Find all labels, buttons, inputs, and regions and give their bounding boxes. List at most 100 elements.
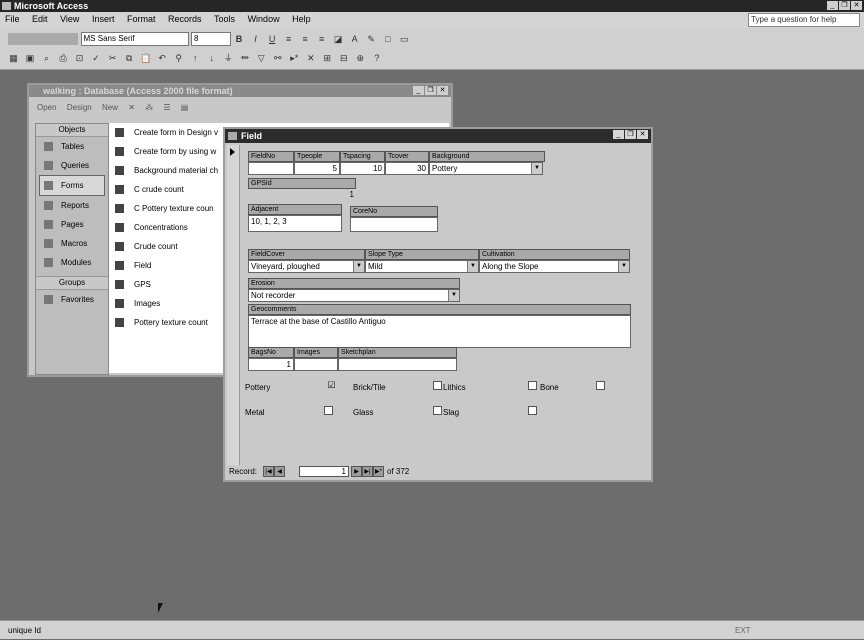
search-icon[interactable]: ⌕ bbox=[41, 53, 52, 64]
tpeople-field[interactable]: 5 bbox=[294, 162, 340, 175]
bone-checkbox[interactable] bbox=[596, 381, 605, 390]
glass-checkbox[interactable] bbox=[433, 406, 442, 415]
object-combo[interactable] bbox=[8, 33, 78, 45]
dropdown-arrow-icon[interactable]: ▼ bbox=[618, 261, 629, 272]
font-size-combo[interactable]: 8 bbox=[191, 32, 232, 46]
db-restore-icon[interactable]: ❐ bbox=[425, 86, 436, 95]
list-view-icon[interactable]: ☰ bbox=[163, 103, 170, 112]
bold-button[interactable]: B bbox=[234, 34, 245, 45]
pottery-checkbox[interactable]: ☑ bbox=[327, 381, 336, 390]
find-icon[interactable]: ⚯ bbox=[272, 53, 283, 64]
objects-tables[interactable]: Tables bbox=[36, 137, 108, 156]
adjacent-field[interactable]: 10, 1, 2, 3 bbox=[248, 215, 342, 232]
font-color-icon[interactable]: A bbox=[349, 34, 360, 45]
undo-icon[interactable]: ↶ bbox=[157, 53, 168, 64]
apply-filter-icon[interactable]: ▽ bbox=[256, 53, 267, 64]
bricktile-checkbox[interactable] bbox=[433, 381, 442, 390]
objects-forms[interactable]: Forms bbox=[39, 175, 105, 196]
details-view-icon[interactable]: ▤ bbox=[181, 103, 189, 112]
menu-format[interactable]: Format bbox=[122, 12, 161, 24]
first-record-icon[interactable]: |◀ bbox=[263, 466, 274, 477]
cultivation-combo[interactable]: Along the Slope ▼ bbox=[479, 260, 630, 273]
lithics-checkbox[interactable] bbox=[528, 381, 537, 390]
new-record-nav-icon[interactable]: ▶* bbox=[373, 466, 384, 477]
bagsno-field[interactable]: 1 bbox=[248, 358, 294, 371]
coreno-field[interactable] bbox=[350, 217, 438, 232]
delete-icon[interactable]: ✕ bbox=[128, 103, 135, 112]
print-icon[interactable]: ⎙ bbox=[58, 53, 69, 64]
tspacing-field[interactable]: 10 bbox=[340, 162, 385, 175]
objects-macros[interactable]: Macros bbox=[36, 234, 108, 253]
paste-icon[interactable]: 📋 bbox=[140, 53, 151, 64]
record-selector[interactable] bbox=[227, 145, 240, 465]
dropdown-arrow-icon[interactable]: ▼ bbox=[467, 261, 478, 272]
metal-checkbox[interactable] bbox=[324, 406, 333, 415]
slag-checkbox[interactable] bbox=[528, 406, 537, 415]
delete-record-icon[interactable]: ✕ bbox=[305, 53, 316, 64]
groups-header[interactable]: Groups bbox=[36, 276, 108, 290]
slopetype-combo[interactable]: Mild ▼ bbox=[365, 260, 479, 273]
dropdown-arrow-icon[interactable]: ▼ bbox=[353, 261, 364, 272]
form-close-icon[interactable]: ✕ bbox=[637, 130, 648, 139]
new-button[interactable]: New bbox=[102, 103, 118, 112]
geocomments-field[interactable]: Terrace at the base of Castillo Antiguo bbox=[248, 315, 631, 348]
close-icon[interactable]: ✕ bbox=[851, 1, 862, 10]
border-icon[interactable]: □ bbox=[382, 34, 393, 45]
dropdown-arrow-icon[interactable]: ▼ bbox=[448, 290, 459, 301]
new-object-icon[interactable]: ⊕ bbox=[355, 53, 366, 64]
sort-ascending-icon[interactable]: ↑ bbox=[190, 53, 201, 64]
align-left-icon[interactable]: ≡ bbox=[283, 34, 294, 45]
menu-edit[interactable]: Edit bbox=[27, 12, 53, 24]
menu-tools[interactable]: Tools bbox=[209, 12, 240, 24]
objects-header[interactable]: Objects bbox=[36, 124, 108, 137]
align-right-icon[interactable]: ≡ bbox=[316, 34, 327, 45]
properties-icon[interactable]: ⊞ bbox=[322, 53, 333, 64]
special-effect-icon[interactable]: ▭ bbox=[399, 34, 410, 45]
fieldcover-combo[interactable]: Vineyard, ploughed ▼ bbox=[248, 260, 365, 273]
images-field[interactable] bbox=[294, 358, 338, 371]
open-button[interactable]: Open bbox=[37, 103, 57, 112]
cut-icon[interactable]: ✂ bbox=[107, 53, 118, 64]
restore-icon[interactable]: ❐ bbox=[839, 1, 850, 10]
menu-help[interactable]: Help bbox=[287, 12, 316, 24]
background-combo[interactable]: Pottery ▼ bbox=[429, 162, 543, 175]
print-preview-icon[interactable]: ⊡ bbox=[74, 53, 85, 64]
db-close-icon[interactable]: ✕ bbox=[437, 86, 448, 95]
large-icons-icon[interactable]: ⁂ bbox=[145, 103, 153, 112]
align-center-icon[interactable]: ≡ bbox=[300, 34, 311, 45]
objects-modules[interactable]: Modules bbox=[36, 253, 108, 272]
sort-descending-icon[interactable]: ↓ bbox=[206, 53, 217, 64]
previous-record-icon[interactable]: ◀ bbox=[274, 466, 285, 477]
help-icon[interactable]: ? bbox=[371, 53, 382, 64]
form-minimize-icon[interactable]: _ bbox=[613, 130, 624, 139]
menu-view[interactable]: View bbox=[55, 12, 84, 24]
menu-file[interactable]: File bbox=[0, 12, 25, 24]
design-button[interactable]: Design bbox=[67, 103, 92, 112]
italic-button[interactable]: I bbox=[250, 34, 261, 45]
last-record-icon[interactable]: ▶| bbox=[362, 466, 373, 477]
view-icon[interactable]: ▦ bbox=[8, 53, 19, 64]
line-color-icon[interactable]: ✎ bbox=[366, 34, 377, 45]
record-number-input[interactable]: 1 bbox=[299, 466, 349, 477]
underline-button[interactable]: U bbox=[267, 34, 278, 45]
db-minimize-icon[interactable]: _ bbox=[413, 86, 424, 95]
objects-queries[interactable]: Queries bbox=[36, 156, 108, 175]
dropdown-arrow-icon[interactable]: ▼ bbox=[531, 163, 542, 174]
copy-icon[interactable]: ⧉ bbox=[124, 53, 135, 64]
hyperlink-icon[interactable]: ⚲ bbox=[173, 53, 184, 64]
next-record-icon[interactable]: ▶ bbox=[351, 466, 362, 477]
spelling-icon[interactable]: ✓ bbox=[91, 53, 102, 64]
groups-favorites[interactable]: Favorites bbox=[36, 290, 108, 309]
tcover-field[interactable]: 30 bbox=[385, 162, 429, 175]
gpsid-field[interactable]: 1 bbox=[248, 189, 356, 202]
new-record-icon[interactable]: ▸* bbox=[289, 53, 300, 64]
save-icon[interactable]: ▣ bbox=[25, 53, 36, 64]
ask-question-input[interactable]: Type a question for help bbox=[748, 13, 860, 27]
menu-insert[interactable]: Insert bbox=[87, 12, 120, 24]
font-name-combo[interactable]: MS Sans Serif bbox=[80, 32, 189, 46]
objects-reports[interactable]: Reports bbox=[36, 196, 108, 215]
sketchplan-field[interactable] bbox=[338, 358, 457, 371]
form-restore-icon[interactable]: ❐ bbox=[625, 130, 636, 139]
menu-records[interactable]: Records bbox=[163, 12, 207, 24]
menu-window[interactable]: Window bbox=[243, 12, 285, 24]
